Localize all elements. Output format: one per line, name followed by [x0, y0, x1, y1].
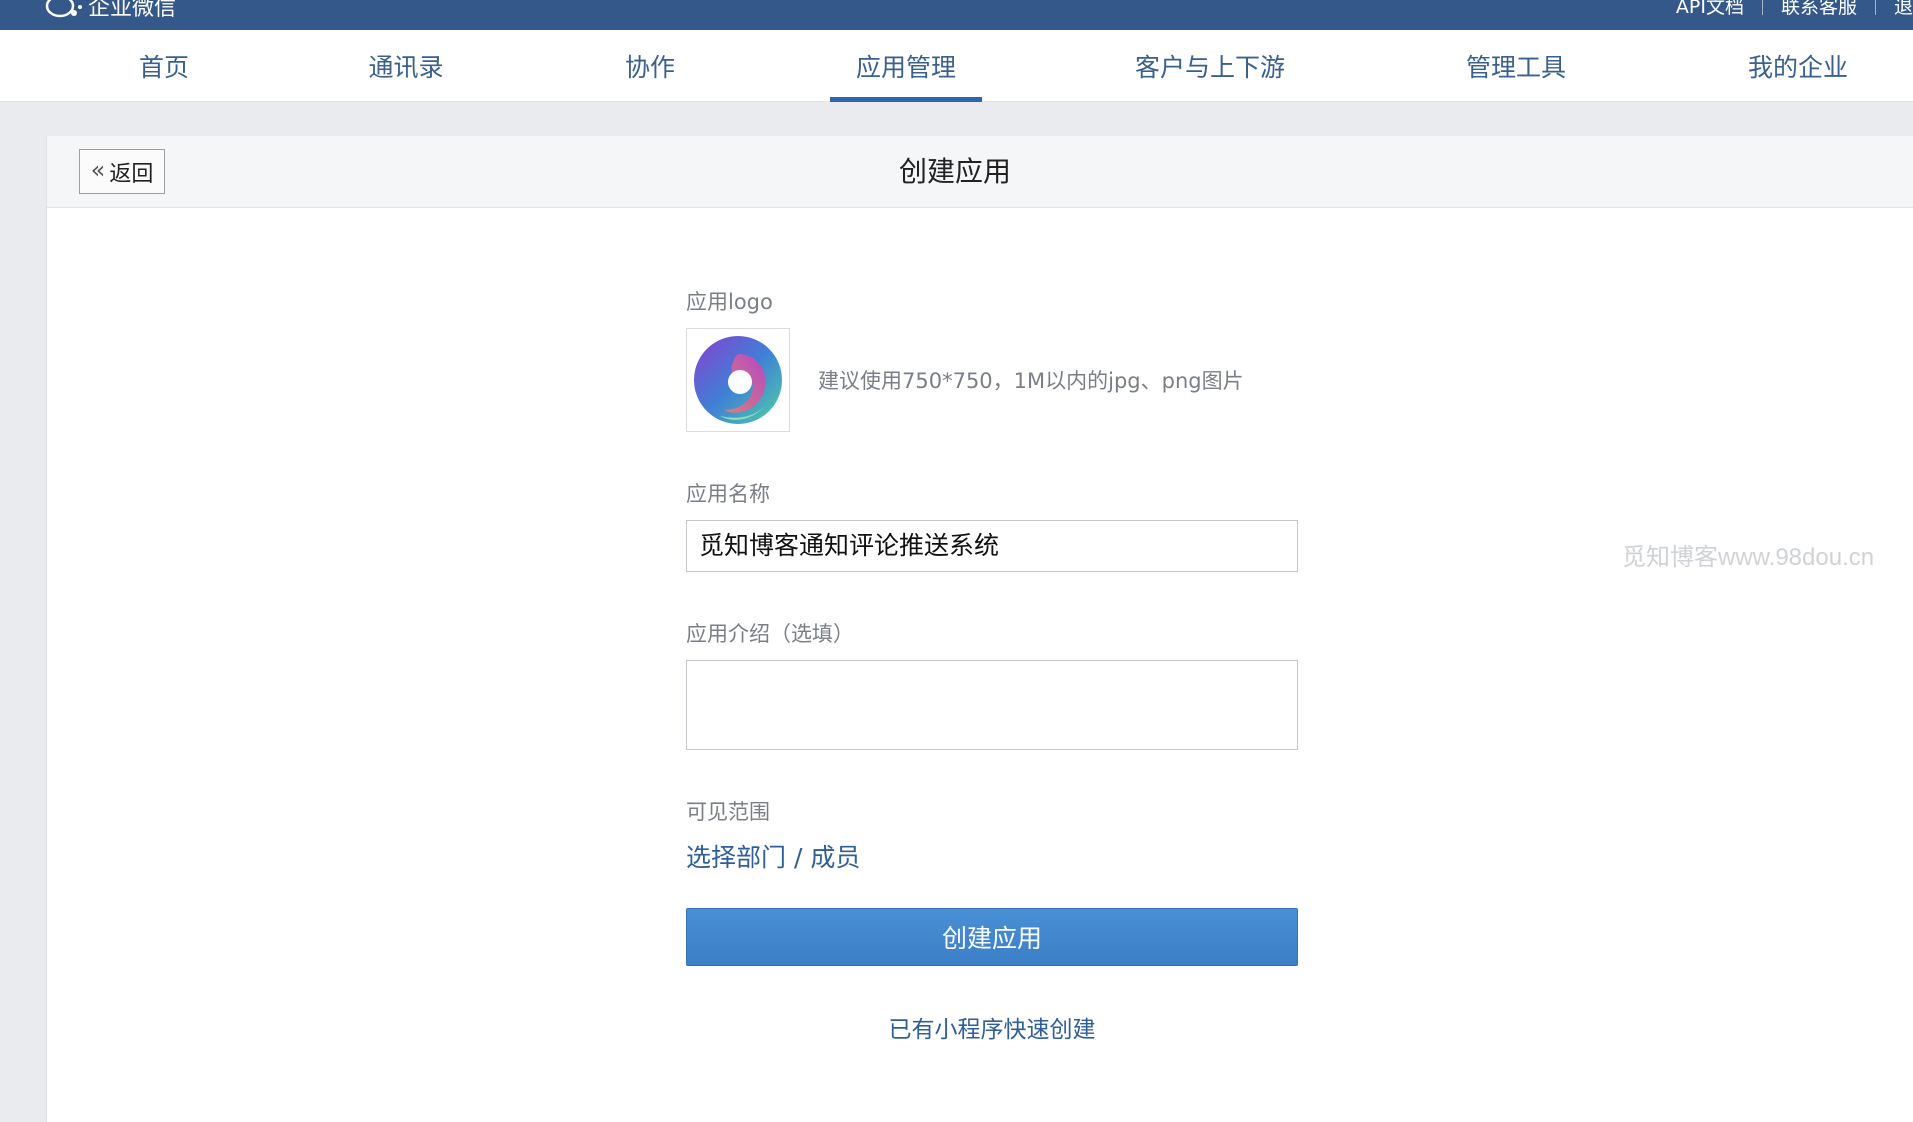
select-departments-members-link[interactable]: 选择部门 / 成员 [686, 838, 1298, 874]
nav-customers[interactable]: 客户与上下游 [1130, 30, 1290, 102]
create-app-form: 应用logo 建议使用750*750，1M以内的jpg、png图片 应用名称 觅… [686, 286, 1298, 1044]
nav-my-company[interactable]: 我的企业 [1740, 30, 1856, 102]
logo-hint: 建议使用750*750，1M以内的jpg、png图片 [818, 369, 1244, 393]
top-bar: 企业微信 API文档 联系客服 退 [0, 0, 1913, 30]
nav-home[interactable]: 首页 [118, 30, 210, 102]
link-divider [1874, 0, 1876, 15]
logo-label: 应用logo [686, 290, 773, 314]
nav-admin-tools[interactable]: 管理工具 [1462, 30, 1570, 102]
nav-contacts[interactable]: 通讯录 [356, 30, 456, 102]
create-app-panel: « 返回 创建应用 应用logo 建议使用750*750，1M以内的jpg、pn… [46, 136, 1913, 1122]
link-divider [1761, 0, 1763, 15]
create-app-button[interactable]: 创建应用 [686, 908, 1298, 966]
logo-upload[interactable] [686, 328, 790, 432]
watermark: 觅知博客www.98dou.cn [1622, 544, 1875, 571]
logout-link[interactable]: 退 [1894, 0, 1913, 19]
nav-collaboration[interactable]: 协作 [612, 30, 688, 102]
top-links: API文档 联系客服 退 [1676, 0, 1913, 20]
app-logo-icon [694, 336, 782, 424]
logo-row: 建议使用750*750，1M以内的jpg、png图片 [686, 328, 1298, 432]
brand-name: 企业微信 [88, 0, 177, 21]
visibility-scope-label: 可见范围 [686, 800, 770, 824]
api-docs-link[interactable]: API文档 [1676, 0, 1744, 19]
nav-app-management[interactable]: 应用管理 [830, 30, 982, 102]
panel-header: « 返回 创建应用 [47, 136, 1913, 208]
quick-create-from-miniprogram-link[interactable]: 已有小程序快速创建 [686, 1010, 1298, 1044]
contact-support-link[interactable]: 联系客服 [1781, 0, 1857, 19]
wecom-logo-icon [45, 0, 82, 18]
app-intro-textarea[interactable] [686, 660, 1298, 750]
app-name-label: 应用名称 [686, 482, 770, 506]
brand[interactable]: 企业微信 [44, 0, 176, 21]
main-nav: 首页 通讯录 协作 应用管理 客户与上下游 管理工具 我的企业 [0, 30, 1913, 102]
app-name-input[interactable]: 觅知博客通知评论推送系统 [686, 520, 1298, 572]
app-intro-label: 应用介绍（选填） [686, 622, 854, 646]
page-title: 创建应用 [898, 155, 1011, 188]
